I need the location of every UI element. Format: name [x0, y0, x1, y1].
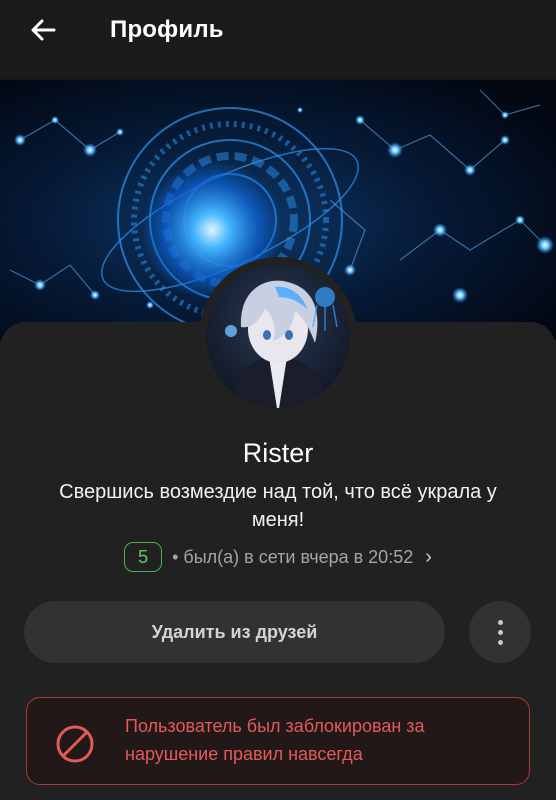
profile-name: Rister — [242, 438, 314, 468]
profile-status-text: Свершись возмездие над той, что всё укра… — [59, 481, 497, 531]
avatar[interactable] — [199, 257, 357, 415]
page-title: Профиль — [110, 16, 224, 43]
ban-notice: Пользователь был заблокирован за нарушен… — [26, 697, 530, 785]
level-badge: 5 — [124, 542, 163, 572]
last-seen-text: • был(а) в сети вчера в 20:52 — [172, 546, 414, 567]
more-options-button[interactable] — [469, 601, 531, 663]
prohibited-icon — [56, 725, 94, 763]
remove-friend-button[interactable]: Удалить из друзей — [24, 601, 445, 663]
top-app-bar: Профиль — [0, 0, 556, 78]
remove-friend-label: Удалить из друзей — [151, 621, 318, 642]
profile-meta-row[interactable]: 5 • был(а) в сети вчера в 20:52 › — [0, 540, 556, 574]
back-button[interactable] — [24, 14, 64, 46]
arrow-left-icon — [31, 19, 56, 41]
more-vertical-icon — [497, 617, 503, 647]
chevron-right-icon: › — [425, 545, 432, 568]
ban-notice-text: Пользователь был заблокирован за нарушен… — [125, 716, 425, 764]
